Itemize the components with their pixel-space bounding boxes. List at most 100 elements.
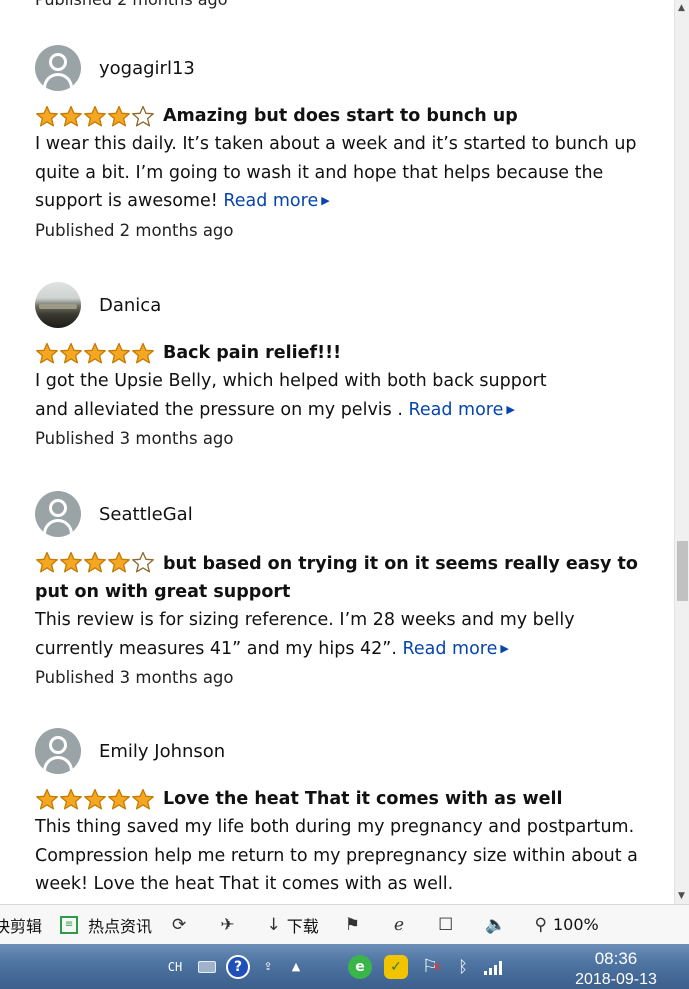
- review-body: I got the Upsie Belly, which helped with…: [35, 367, 560, 424]
- download-icon: ↓: [266, 914, 281, 935]
- star-filled-icon: [36, 105, 58, 127]
- review-title-row: Amazing but does start to bunch up: [35, 102, 660, 130]
- show-hidden-icons[interactable]: ▲: [288, 960, 304, 973]
- clock-time: 08:36: [594, 949, 638, 968]
- star-filled-icon: [60, 105, 82, 127]
- toolbar-item-clip[interactable]: 快剪辑: [0, 905, 42, 944]
- review-text: I wear this daily. It’s taken about a we…: [35, 134, 637, 211]
- window-icon[interactable]: ☐: [438, 905, 459, 944]
- browser-status-toolbar: 快剪辑 ≡ 热点资讯 ⟳ ✈ ↓下载 ⚑ ℯ ☐ 🔈 ⚲ 100%: [0, 904, 689, 944]
- review-title-row: Love the heat That it comes with as well: [35, 785, 660, 813]
- flag-error-icon[interactable]: ⚐ ✕: [420, 956, 444, 977]
- speaker-icon[interactable]: 🔈: [485, 905, 512, 944]
- network-signal-icon[interactable]: [482, 959, 506, 975]
- star-filled-icon: [132, 788, 154, 810]
- review-item: SeattleGal but based on trying it on it …: [35, 490, 660, 691]
- review-title-row: Back pain relief!!!: [35, 339, 660, 367]
- star-rating: [35, 342, 155, 364]
- toolbar-item-download[interactable]: ↓ 下载: [267, 905, 319, 944]
- scroll-up-arrow-icon[interactable]: ▲: [678, 3, 685, 13]
- system-clock[interactable]: 08:36 2018-09-13: [556, 948, 676, 989]
- review-header: SeattleGal: [35, 490, 660, 538]
- read-more-label: Read more: [408, 399, 504, 420]
- scroll-down-arrow-icon[interactable]: ▼: [678, 891, 685, 901]
- zoom-level: 100%: [552, 915, 599, 934]
- review-title-row: but based on trying it on it seems reall…: [35, 548, 660, 606]
- review-header: Danica: [35, 281, 660, 329]
- star-filled-icon: [84, 105, 106, 127]
- flag-icon[interactable]: ⚑: [345, 905, 366, 944]
- published-date: Published 3 months ago: [35, 429, 234, 448]
- published-date: Published 2 months ago: [35, 0, 227, 9]
- review-body: This thing saved my life both during my …: [35, 813, 647, 899]
- photo-avatar[interactable]: [35, 282, 81, 328]
- star-empty-icon: [132, 105, 154, 127]
- star-empty-icon: [132, 551, 154, 573]
- review-body: This review is for sizing reference. I’m…: [35, 606, 595, 663]
- star-filled-icon: [108, 551, 130, 573]
- reviewer-name[interactable]: Emily Johnson: [99, 741, 225, 762]
- default-avatar-icon[interactable]: [35, 728, 81, 774]
- star-filled-icon: [60, 551, 82, 573]
- star-filled-icon: [60, 788, 82, 810]
- green-app-icon[interactable]: e: [348, 954, 372, 979]
- read-more-link[interactable]: Read more ▶: [223, 191, 329, 211]
- star-filled-icon: [132, 342, 154, 364]
- reviews-viewport: Published 2 months ago yogagirl13 Amazin…: [0, 0, 674, 904]
- ie-icon[interactable]: ℯ: [394, 905, 410, 944]
- signal-bars-icon: [484, 960, 502, 975]
- star-rating: [35, 105, 155, 127]
- bluetooth-icon[interactable]: ᛒ: [452, 957, 474, 976]
- star-filled-icon: [60, 342, 82, 364]
- star-filled-icon: [84, 788, 106, 810]
- reviewer-name[interactable]: Danica: [99, 295, 161, 316]
- star-rating: [35, 788, 155, 810]
- news-icon: ≡: [60, 915, 79, 934]
- star-filled-icon: [36, 788, 58, 810]
- keyboard-icon[interactable]: [196, 960, 218, 973]
- review-header: Emily Johnson: [35, 727, 660, 775]
- star-filled-icon: [108, 342, 130, 364]
- input-language[interactable]: CH: [162, 960, 188, 974]
- caret-right-icon: ▶: [321, 194, 330, 207]
- read-more-label: Read more: [223, 191, 319, 211]
- review-title: Amazing but does start to bunch up: [163, 106, 518, 126]
- star-filled-icon: [108, 788, 130, 810]
- review-item: yogagirl13 Amazing but does start to bun…: [35, 44, 660, 244]
- star-filled-icon: [36, 342, 58, 364]
- review-body: I wear this daily. It’s taken about a we…: [35, 130, 660, 216]
- review-item: Danica Back pain relief!!! I got the Ups…: [35, 281, 660, 452]
- read-more-link[interactable]: Read more ▶: [402, 639, 508, 659]
- review-text: This thing saved my life both during my …: [35, 817, 638, 894]
- reviewer-name[interactable]: yogagirl13: [99, 58, 195, 79]
- default-avatar-icon[interactable]: [35, 491, 81, 537]
- review-item: Emily Johnson Love the heat That it come…: [35, 727, 660, 899]
- toolbar-item-news[interactable]: ≡ 热点资讯: [60, 905, 152, 944]
- reviewer-name[interactable]: SeattleGal: [99, 504, 193, 525]
- read-more-link[interactable]: Read more ▶: [408, 400, 514, 420]
- star-filled-icon: [108, 105, 130, 127]
- read-more-label: Read more: [402, 638, 498, 659]
- zoom-control[interactable]: ⚲ 100%: [535, 905, 599, 944]
- help-icon[interactable]: ?: [226, 954, 250, 979]
- published-date: Published 2 months ago: [35, 220, 234, 240]
- download-label: 下载: [286, 916, 319, 936]
- news-label: 热点资讯: [88, 916, 153, 936]
- vertical-scrollbar[interactable]: ▲ ▼: [674, 0, 689, 904]
- zoom-icon: ⚲: [534, 914, 547, 935]
- clock-date: 2018-09-13: [575, 971, 657, 988]
- published-date: Published 3 months ago: [35, 668, 234, 687]
- default-avatar-icon[interactable]: [35, 45, 81, 91]
- review-title: Love the heat That it comes with as well: [163, 789, 563, 809]
- shield-app-icon[interactable]: ✓: [384, 954, 408, 979]
- clip-label: 快剪辑: [0, 916, 43, 936]
- scroll-thumb[interactable]: [677, 541, 688, 601]
- caret-right-icon: ▶: [500, 641, 509, 655]
- refresh-icon[interactable]: ⟳: [172, 905, 192, 944]
- caret-right-icon: ▶: [506, 402, 515, 416]
- review-title: Back pain relief!!!: [163, 343, 342, 363]
- tray-up-icon[interactable]: ⇪: [260, 960, 276, 973]
- star-filled-icon: [36, 551, 58, 573]
- rocket-icon[interactable]: ✈: [220, 905, 240, 944]
- review-header: yogagirl13: [35, 44, 660, 92]
